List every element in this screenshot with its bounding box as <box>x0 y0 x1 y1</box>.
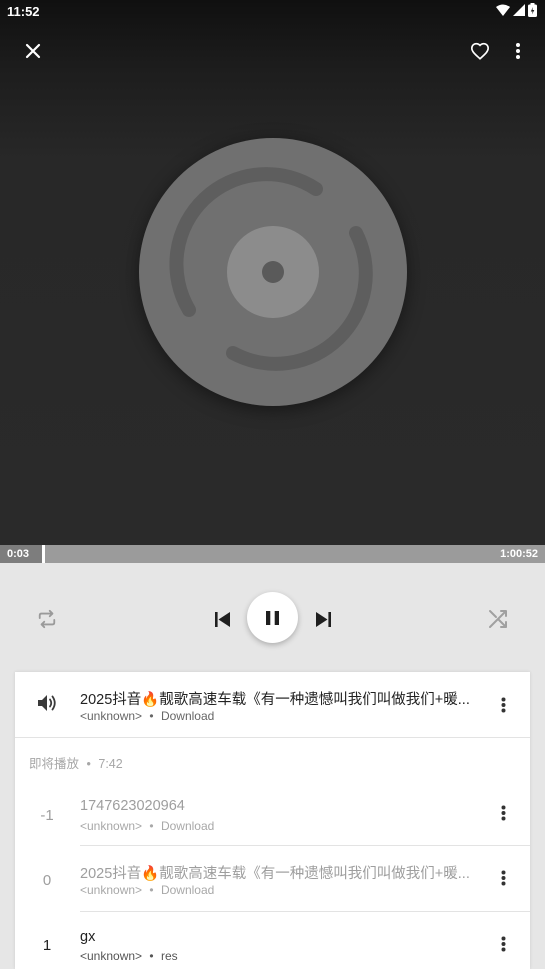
track-album: res <box>160 949 178 963</box>
total-duration: 1:00:52 <box>500 548 538 560</box>
queue-index: 0 <box>42 872 52 889</box>
separator-dot: • <box>149 819 154 833</box>
skip-next-icon <box>315 611 331 627</box>
queue-card: 2025抖音🔥靓歌高速车载《有一种遗憾叫我们叫做我们+暖... <unknown… <box>15 672 530 969</box>
queue-total-duration: 7:42 <box>98 757 123 771</box>
track-artist: <unknown> <box>80 949 143 963</box>
repeat-button[interactable] <box>29 601 65 637</box>
playback-controls <box>0 563 545 671</box>
previous-button[interactable] <box>206 601 238 637</box>
heart-outline-icon <box>470 42 490 60</box>
track-title: 1747623020964 <box>80 798 185 814</box>
now-playing-title: 2025抖音🔥靓歌高速车载《有一种遗憾叫我们叫做我们+暖... <box>80 692 470 708</box>
now-playing-artist: <unknown> <box>80 709 143 723</box>
disc-icon <box>139 138 407 406</box>
status-time: 11:52 <box>7 4 40 19</box>
battery-icon <box>528 3 537 17</box>
more-vert-icon <box>501 805 505 821</box>
pause-button[interactable] <box>247 592 298 643</box>
track-title: gx <box>80 929 96 945</box>
separator-dot: • <box>149 709 154 723</box>
track-album: Download <box>160 819 215 833</box>
shuffle-icon <box>489 610 507 628</box>
track-title: 2025抖音🔥靓歌高速车载《有一种遗憾叫我们叫做我们+暖... <box>80 866 470 882</box>
album-art-area: 11:52 <box>0 0 545 545</box>
track-subtitle: <unknown> • res <box>80 949 178 963</box>
now-playing-subtitle: <unknown> • Download <box>80 709 214 723</box>
more-vert-icon <box>501 697 505 713</box>
volume-icon <box>37 695 56 711</box>
now-playing-more-button[interactable] <box>490 687 516 723</box>
more-vert-icon <box>501 936 505 952</box>
status-icons <box>496 3 537 17</box>
more-vert-icon <box>501 870 505 886</box>
queue-header: 即将播放 • 7:42 <box>29 753 123 772</box>
track-subtitle: <unknown> • Download <box>80 819 214 833</box>
list-item[interactable]: 1 gx <unknown> • res <box>15 912 530 969</box>
track-more-button[interactable] <box>490 926 516 962</box>
track-artist: <unknown> <box>80 883 143 897</box>
current-time: 0:03 <box>7 548 30 560</box>
next-button[interactable] <box>307 601 339 637</box>
close-icon <box>25 43 41 59</box>
track-artist: <unknown> <box>80 819 143 833</box>
signal-icon <box>513 4 525 16</box>
skip-previous-icon <box>214 611 230 627</box>
album-art-disc <box>139 138 407 406</box>
queue-index: 1 <box>42 937 52 954</box>
now-playing-album: Download <box>160 709 215 723</box>
more-options-button[interactable] <box>505 31 531 71</box>
shuffle-button[interactable] <box>480 601 516 637</box>
separator-dot: • <box>86 757 91 771</box>
wifi-icon <box>496 4 510 16</box>
list-item[interactable]: -1 1747623020964 <unknown> • Download <box>15 780 530 845</box>
favorite-button[interactable] <box>460 31 500 71</box>
now-playing-indicator <box>29 694 65 716</box>
list-item[interactable]: 0 2025抖音🔥靓歌高速车载《有一种遗憾叫我们叫做我们+暖... <unkno… <box>15 846 530 911</box>
close-button[interactable] <box>14 32 52 70</box>
track-more-button[interactable] <box>490 795 516 831</box>
track-album: Download <box>160 883 215 897</box>
track-subtitle: <unknown> • Download <box>80 883 214 897</box>
more-vert-icon <box>516 43 520 59</box>
seek-bar-thumb[interactable] <box>42 545 46 563</box>
track-more-button[interactable] <box>490 860 516 896</box>
pause-icon <box>266 610 279 625</box>
now-playing-row[interactable]: 2025抖音🔥靓歌高速车载《有一种遗憾叫我们叫做我们+暖... <unknown… <box>15 672 530 737</box>
divider <box>15 737 530 738</box>
queue-index: -1 <box>40 807 54 824</box>
repeat-icon <box>38 609 56 629</box>
separator-dot: • <box>149 883 154 897</box>
queue-header-label: 即将播放 <box>29 757 80 771</box>
separator-dot: • <box>149 949 154 963</box>
status-bar: 11:52 <box>0 0 545 24</box>
seek-bar[interactable]: 0:03 1:00:52 <box>0 545 545 563</box>
